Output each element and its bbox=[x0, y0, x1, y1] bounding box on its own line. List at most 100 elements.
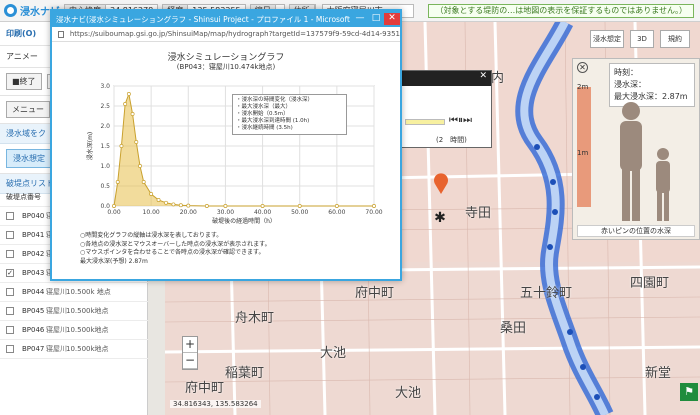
map-place-label: 舟木町 bbox=[235, 311, 275, 326]
maximize-button[interactable]: □ bbox=[368, 13, 384, 25]
x-tick-label: 40.00 bbox=[254, 209, 271, 216]
data-point bbox=[186, 203, 191, 208]
flood-mode-button[interactable]: 浸水想定 bbox=[590, 30, 624, 48]
list-item[interactable]: BP044 寝屋川 10.500k 地点 bbox=[0, 283, 148, 302]
zoom-in-button[interactable]: + bbox=[183, 337, 197, 353]
chart-notes: ○時間変化グラフの縦軸は浸水深を表しております。 ○各地点の浸水深とマウスオーバー… bbox=[80, 232, 380, 266]
popup-time: (2 時間) bbox=[436, 136, 467, 144]
x-tick-label: 60.00 bbox=[328, 209, 345, 216]
data-point bbox=[112, 204, 116, 208]
window-title: 浸水ナビ(浸水シミュレーショングラフ - Shinsui Project - プ… bbox=[56, 14, 352, 24]
breach-id: BP041 bbox=[22, 231, 45, 239]
map-place-label: 寺田 bbox=[465, 206, 492, 221]
breach-point: 10.500k地点 bbox=[66, 345, 109, 353]
stop-button[interactable]: ■終了 bbox=[6, 73, 42, 90]
y-tick-label: 1.0 bbox=[100, 163, 110, 170]
logo-icon bbox=[4, 4, 17, 17]
playback-controls[interactable]: ⏮⏸⏭ bbox=[449, 115, 472, 126]
chart-note: ○各地点の浸水深とマウスオーバーした時点の浸水深が表示されます。 bbox=[80, 240, 271, 248]
legend-entry: ・浸水開始（0.5m） bbox=[236, 111, 289, 117]
list-item[interactable]: BP046 寝屋川 10.500k地点 bbox=[0, 321, 148, 340]
data-point bbox=[171, 202, 176, 207]
browser-window: 浸水ナビ(浸水シミュレーショングラフ - Shinsui Project - プ… bbox=[50, 9, 402, 281]
row-checkbox[interactable] bbox=[6, 250, 14, 258]
x-tick-label: 0.00 bbox=[107, 209, 121, 216]
menu-button[interactable]: メニュー bbox=[6, 101, 50, 118]
popup-close-icon[interactable]: ✕ bbox=[401, 71, 491, 86]
map-place-label: 稲葉町 bbox=[225, 366, 265, 381]
depth-bar bbox=[577, 87, 591, 207]
data-point bbox=[372, 204, 376, 208]
data-point bbox=[156, 198, 161, 202]
zoom-out-button[interactable]: − bbox=[183, 353, 197, 369]
3d-button[interactable]: 3D bbox=[630, 30, 654, 48]
chart-note: ○時間変化グラフの縦軸は浸水深を表しております。 bbox=[80, 232, 223, 239]
url-text: https://suiboumap.gsi.go.jp/ShinsuiMap/m… bbox=[69, 30, 400, 38]
legend-entry: ・最大浸水深到達時間 (1.0h) bbox=[236, 118, 310, 124]
data-point bbox=[123, 102, 128, 106]
x-tick-label: 30.00 bbox=[217, 209, 234, 216]
list-item[interactable]: BP047 寝屋川 10.500k地点 bbox=[0, 340, 148, 359]
y-tick-label: 2.5 bbox=[100, 103, 110, 110]
list-item[interactable]: BP045 寝屋川 10.500k地点 bbox=[0, 302, 148, 321]
data-point bbox=[204, 204, 209, 208]
map-place-label: 桑田 bbox=[500, 321, 527, 336]
time-slider[interactable] bbox=[405, 119, 445, 125]
row-checkbox[interactable] bbox=[6, 307, 14, 315]
breach-id: BP046 bbox=[22, 326, 45, 334]
terms-button[interactable]: 規約 bbox=[660, 30, 690, 48]
data-point bbox=[149, 192, 154, 196]
window-close-button[interactable]: ✕ bbox=[384, 13, 400, 25]
row-checkbox[interactable] bbox=[6, 212, 14, 220]
notice-banner: （対象とする堤防の…は地図の表示を保証するものではありません。） bbox=[428, 3, 694, 18]
river-name: 寝屋川 bbox=[46, 288, 67, 296]
y-axis-label: 浸水深(m) bbox=[86, 132, 94, 161]
person-silhouette-icon bbox=[620, 102, 670, 221]
row-checkbox[interactable] bbox=[6, 288, 14, 296]
map-place-label: 府中町 bbox=[355, 286, 395, 301]
chart-legend: ・浸水深の時間変化（浸水深） ・最大浸水深（最大） ・浸水開始（0.5m） ・最大浸水… bbox=[232, 94, 347, 135]
river-name: 寝屋川 bbox=[46, 345, 67, 353]
lock-icon bbox=[58, 30, 64, 38]
svg-text:✱: ✱ bbox=[434, 210, 446, 226]
animation-popup: ✕ ⏮⏸⏭ (2 時間) bbox=[400, 70, 492, 148]
address-bar[interactable]: https://suiboumap.gsi.go.jp/ShinsuiMap/m… bbox=[52, 27, 400, 42]
map-place-label: 四園町 bbox=[630, 276, 670, 291]
legend-entry: ・浸水深の時間変化（浸水深） bbox=[236, 97, 314, 103]
y-tick-label: 3.0 bbox=[100, 83, 110, 90]
row-checkbox[interactable]: ✓ bbox=[6, 269, 14, 277]
close-icon[interactable]: ✕ bbox=[577, 62, 588, 73]
map-place-label: 府中町 bbox=[185, 381, 225, 396]
y-tick-label: 1.5 bbox=[100, 143, 110, 150]
y-tick-label: 2.0 bbox=[100, 123, 110, 130]
selected-mode[interactable]: 浸水想定 bbox=[6, 149, 52, 168]
data-point bbox=[134, 140, 139, 144]
river-name: 寝屋川 bbox=[46, 326, 67, 334]
chart-note: 最大浸水深(予想) 2.87m bbox=[80, 257, 148, 265]
map-place-label: 大池 bbox=[320, 346, 347, 361]
data-point bbox=[178, 203, 183, 208]
legend-entry: ・最大浸水深（最大） bbox=[236, 104, 292, 110]
x-tick-label: 50.00 bbox=[291, 209, 308, 216]
breach-point: 10.500k 地点 bbox=[66, 288, 111, 296]
walking-person-icon[interactable]: ⚑ bbox=[680, 383, 698, 401]
breach-id: BP047 bbox=[22, 345, 45, 353]
minimize-button[interactable]: — bbox=[352, 13, 368, 25]
map-place-label: 大池 bbox=[395, 386, 422, 401]
data-point bbox=[164, 200, 168, 205]
breach-id: BP043 bbox=[22, 269, 45, 277]
mark-1m: 1m bbox=[577, 149, 589, 157]
data-point bbox=[223, 204, 228, 208]
data-point bbox=[138, 164, 142, 168]
window-titlebar[interactable]: 浸水ナビ(浸水シミュレーショングラフ - Shinsui Project - プ… bbox=[52, 11, 400, 27]
x-axis-label: 破堤後の経過時間（h） bbox=[212, 217, 276, 225]
breach-id: BP044 bbox=[22, 288, 45, 296]
breach-id: BP040 bbox=[22, 212, 45, 220]
coords-readout: 34.816343, 135.583264 bbox=[170, 400, 261, 408]
row-checkbox[interactable] bbox=[6, 345, 14, 353]
row-checkbox[interactable] bbox=[6, 326, 14, 334]
data-point bbox=[119, 144, 124, 148]
data-point bbox=[141, 180, 146, 184]
data-point bbox=[126, 92, 131, 96]
row-checkbox[interactable] bbox=[6, 231, 14, 239]
